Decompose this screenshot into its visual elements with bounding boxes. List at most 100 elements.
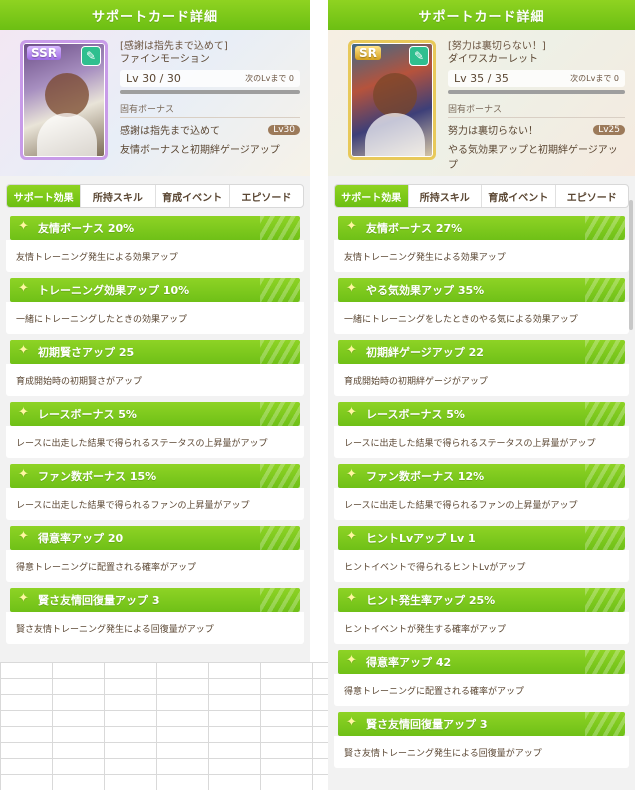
sparkle-icon: ✦ — [18, 467, 29, 482]
effect-item: ✦ トレーニング効果アップ 10% 一緒にトレーニングしたときの効果アップ — [6, 278, 304, 334]
tab-bar: サポート効果 所持スキル 育成イベント エピソード — [6, 184, 304, 208]
effect-description: 育成開始時の初期賢さがアップ — [6, 364, 304, 396]
card-image[interactable]: SR ✎ — [348, 40, 436, 160]
tab-episodes[interactable]: エピソード — [556, 185, 629, 207]
rarity-badge: SSR — [27, 46, 61, 60]
effect-header: ✦ 賢さ友情回復量アップ 3 — [10, 588, 300, 612]
tab-training-events[interactable]: 育成イベント — [156, 185, 230, 207]
next-level-text: 次のLvまで 0 — [570, 74, 619, 83]
effect-header: ✦ 賢さ友情回復量アップ 3 — [338, 712, 625, 736]
tab-episodes[interactable]: エピソード — [230, 185, 303, 207]
effect-header: ✦ 友情ボーナス 20% — [10, 216, 300, 240]
effect-name: 友情ボーナス 20% — [38, 222, 135, 235]
effect-list: ✦ 友情ボーナス 20% 友情トレーニング発生による効果アップ ✦ トレーニング効果… — [0, 216, 310, 644]
unique-bonus-name: 努力は裏切らない！ — [448, 126, 538, 137]
tab-owned-skills[interactable]: 所持スキル — [409, 185, 482, 207]
effect-name: 得意率アップ 42 — [366, 656, 452, 669]
effect-description: 友情トレーニング発生による効果アップ — [6, 240, 304, 272]
tab-training-events[interactable]: 育成イベント — [482, 185, 556, 207]
effect-description: レースに出走した結果で得られるファンの上昇量がアップ — [6, 488, 304, 520]
effect-item: ✦ ヒント発生率アップ 25% ヒントイベントが発生する確率がアップ — [334, 588, 629, 644]
tab-support-effect[interactable]: サポート効果 — [7, 185, 82, 207]
unique-bonus-heading: 固有ボーナス — [448, 102, 625, 118]
effect-header: ✦ ヒント発生率アップ 25% — [338, 588, 625, 612]
effect-name: 賢さ友情回復量アップ 3 — [38, 594, 160, 607]
effect-name: レースボーナス 5% — [38, 408, 137, 421]
effect-item: ✦ 得意率アップ 42 得意トレーニングに配置される確率がアップ — [334, 650, 629, 706]
sparkle-icon: ✦ — [346, 281, 357, 296]
sparkle-icon: ✦ — [346, 467, 357, 482]
effect-description: 得意トレーニングに配置される確率がアップ — [334, 674, 629, 706]
sparkle-icon: ✦ — [18, 281, 29, 296]
effect-header: ✦ 得意率アップ 42 — [338, 650, 625, 674]
effect-header: ✦ 初期賢さアップ 25 — [10, 340, 300, 364]
effect-item: ✦ 友情ボーナス 27% 友情トレーニング発生による効果アップ — [334, 216, 629, 272]
effect-description: レースに出走した結果で得られるステータスの上昇量がアップ — [6, 426, 304, 458]
sparkle-icon: ✦ — [18, 405, 29, 420]
sparkle-icon: ✦ — [18, 529, 29, 544]
effect-item: ✦ 得意率アップ 20 得意トレーニングに配置される確率がアップ — [6, 526, 304, 582]
effect-description: 育成開始時の初期絆ゲージがアップ — [334, 364, 629, 396]
tab-bar: サポート効果 所持スキル 育成イベント エピソード — [334, 184, 629, 208]
character-body — [365, 113, 425, 157]
effect-name: ファン数ボーナス 15% — [38, 470, 157, 483]
sparkle-icon: ✦ — [346, 219, 357, 234]
tab-support-effect[interactable]: サポート効果 — [335, 185, 409, 207]
effect-name: 初期絆ゲージアップ 22 — [366, 346, 484, 359]
effect-header: ✦ トレーニング効果アップ 10% — [10, 278, 300, 302]
sparkle-icon: ✦ — [346, 591, 357, 606]
effect-name: 賢さ友情回復量アップ 3 — [366, 718, 488, 731]
unique-bonus-name: 感謝は指先まで込めて — [120, 126, 220, 137]
sparkle-icon: ✦ — [18, 343, 29, 358]
spreadsheet-grid-background — [0, 662, 330, 790]
effect-description: 友情トレーニング発生による効果アップ — [334, 240, 629, 272]
unique-bonus-heading: 固有ボーナス — [120, 102, 300, 118]
effect-header: ✦ レースボーナス 5% — [10, 402, 300, 426]
card-info: [感謝は指先まで込めて] ファインモーション Lv 30 / 30 次のLvまで… — [120, 40, 300, 156]
wisdom-type-icon: ✎ — [81, 46, 101, 66]
sparkle-icon: ✦ — [18, 591, 29, 606]
effect-item: ✦ レースボーナス 5% レースに出走した結果で得られるステータスの上昇量がアップ — [334, 402, 629, 458]
effect-header: ✦ やる気効果アップ 35% — [338, 278, 625, 302]
effect-item: ✦ 初期絆ゲージアップ 22 育成開始時の初期絆ゲージがアップ — [334, 340, 629, 396]
unique-bonus-level-badge: Lv30 — [268, 124, 300, 135]
tab-owned-skills[interactable]: 所持スキル — [81, 185, 156, 207]
scrollbar[interactable] — [629, 200, 633, 330]
card-name: ダイワスカーレット — [448, 54, 538, 65]
wisdom-type-icon: ✎ — [409, 46, 429, 66]
effect-item: ✦ 友情ボーナス 20% 友情トレーニング発生による効果アップ — [6, 216, 304, 272]
sparkle-icon: ✦ — [346, 529, 357, 544]
effect-name: トレーニング効果アップ 10% — [38, 284, 190, 297]
effect-header: ✦ ヒントLvアップ Lv 1 — [338, 526, 625, 550]
sparkle-icon: ✦ — [346, 653, 357, 668]
effect-description: ヒントイベントが発生する確率がアップ — [334, 612, 629, 644]
level-value: Lv 30 / 30 — [126, 72, 181, 85]
card-header: SSR ✎ [感謝は指先まで込めて] ファインモーション Lv 30 / 30 … — [0, 30, 310, 176]
card-title: [努力は裏切らない！] — [448, 41, 546, 52]
unique-bonus-row: 努力は裏切らない！ Lv25 — [448, 122, 625, 137]
support-card-panel-left: サポートカード詳細 SSR ✎ [感謝は指先まで込めて] ファインモーション L… — [0, 0, 310, 662]
effect-name: やる気効果アップ 35% — [366, 284, 485, 297]
effect-description: 一緒にトレーニングをしたときのやる気による効果アップ — [334, 302, 629, 334]
effect-description: 得意トレーニングに配置される確率がアップ — [6, 550, 304, 582]
effect-header: ✦ 得意率アップ 20 — [10, 526, 300, 550]
effect-header: ✦ 友情ボーナス 27% — [338, 216, 625, 240]
effect-description: 一緒にトレーニングしたときの効果アップ — [6, 302, 304, 334]
effect-item: ✦ ファン数ボーナス 12% レースに出走した結果で得られるファンの上昇量がアップ — [334, 464, 629, 520]
effect-name: ファン数ボーナス 12% — [366, 470, 485, 483]
character-portrait — [45, 73, 89, 117]
unique-bonus-row: 感謝は指先まで込めて Lv30 — [120, 122, 300, 137]
panel-title: サポートカード詳細 — [0, 0, 310, 30]
card-name: ファインモーション — [120, 54, 210, 65]
effect-description: レースに出走した結果で得られるステータスの上昇量がアップ — [334, 426, 629, 458]
effect-name: 得意率アップ 20 — [38, 532, 124, 545]
effect-description: レースに出走した結果で得られるファンの上昇量がアップ — [334, 488, 629, 520]
effect-name: 初期賢さアップ 25 — [38, 346, 135, 359]
level-progress-bar — [448, 90, 625, 94]
effect-list: ✦ 友情ボーナス 27% 友情トレーニング発生による効果アップ ✦ やる気効果アップ… — [328, 216, 635, 768]
effect-item: ✦ レースボーナス 5% レースに出走した結果で得られるステータスの上昇量がアップ — [6, 402, 304, 458]
card-image[interactable]: SSR ✎ — [20, 40, 108, 160]
effect-header: ✦ ファン数ボーナス 15% — [10, 464, 300, 488]
card-title: [感謝は指先まで込めて] — [120, 41, 228, 52]
effect-header: ✦ レースボーナス 5% — [338, 402, 625, 426]
